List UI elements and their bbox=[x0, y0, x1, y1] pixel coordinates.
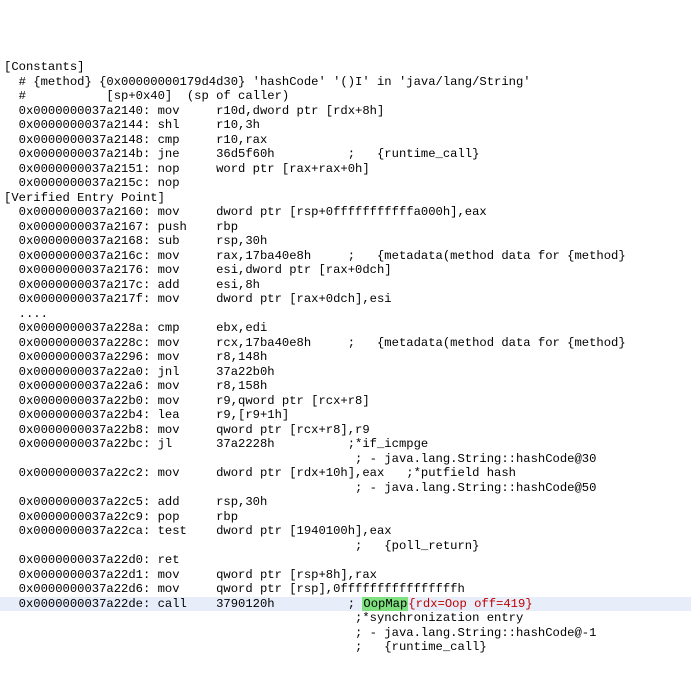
code-line[interactable]: 0x0000000037a22c5: add rsp,30h bbox=[0, 495, 691, 510]
line-text: 0x0000000037a2160: mov dword ptr [rsp+0f… bbox=[4, 205, 487, 219]
line-text: 0x0000000037a2151: nop word ptr [rax+rax… bbox=[4, 162, 370, 176]
code-line[interactable]: 0x0000000037a214b: jne 36d5f60h ; {runti… bbox=[0, 147, 691, 162]
code-line[interactable]: .... bbox=[0, 307, 691, 322]
code-line[interactable]: 0x0000000037a2168: sub rsp,30h bbox=[0, 234, 691, 249]
line-text: 0x0000000037a2168: sub rsp,30h bbox=[4, 234, 267, 248]
code-line[interactable]: 0x0000000037a22c2: mov dword ptr [rdx+10… bbox=[0, 466, 691, 481]
line-text: 0x0000000037a22b0: mov r9,qword ptr [rcx… bbox=[4, 394, 370, 408]
line-text: [Constants] bbox=[4, 60, 84, 74]
line-text: 0x0000000037a22c5: add rsp,30h bbox=[4, 495, 267, 509]
code-line[interactable]: ; {runtime_call} bbox=[0, 640, 691, 655]
code-line[interactable]: 0x0000000037a2296: mov r8,148h bbox=[0, 350, 691, 365]
code-line-selected[interactable]: 0x0000000037a22de: call 3790120h ; OopMa… bbox=[0, 597, 691, 612]
line-text: ;*synchronization entry bbox=[4, 611, 523, 625]
code-line[interactable]: 0x0000000037a215c: nop bbox=[0, 176, 691, 191]
line-text: 0x0000000037a2148: cmp r10,rax bbox=[4, 133, 267, 147]
line-text: 0x0000000037a2167: push rbp bbox=[4, 220, 238, 234]
code-line[interactable]: # [sp+0x40] (sp of caller) bbox=[0, 89, 691, 104]
code-line[interactable]: 0x0000000037a22bc: jl 37a2228h ;*if_icmp… bbox=[0, 437, 691, 452]
code-line[interactable]: 0x0000000037a22d1: mov qword ptr [rsp+8h… bbox=[0, 568, 691, 583]
line-text: 0x0000000037a22d6: mov qword ptr [rsp],0… bbox=[4, 582, 465, 596]
code-line[interactable]: 0x0000000037a2167: push rbp bbox=[0, 220, 691, 235]
line-text: 0x0000000037a22de: call 3790120h ; bbox=[4, 597, 362, 611]
code-line[interactable]: ; - java.lang.String::hashCode@30 bbox=[0, 452, 691, 467]
code-line[interactable]: # {method} {0x00000000179d4d30} 'hashCod… bbox=[0, 75, 691, 90]
line-text: 0x0000000037a2296: mov r8,148h bbox=[4, 350, 267, 364]
line-text: [Verified Entry Point] bbox=[4, 191, 165, 205]
line-text: 0x0000000037a217c: add esi,8h bbox=[4, 278, 260, 292]
line-text: 0x0000000037a22c2: mov dword ptr [rdx+10… bbox=[4, 466, 516, 480]
line-text: 0x0000000037a22a0: jnl 37a22b0h bbox=[4, 365, 275, 379]
line-text: 0x0000000037a22b8: mov qword ptr [rcx+r8… bbox=[4, 423, 370, 437]
code-line[interactable]: ; - java.lang.String::hashCode@-1 bbox=[0, 626, 691, 641]
line-text: 0x0000000037a215c: nop bbox=[4, 176, 180, 190]
code-line[interactable]: 0x0000000037a2144: shl r10,3h bbox=[0, 118, 691, 133]
line-text: 0x0000000037a22b4: lea r9,[r9+1h] bbox=[4, 408, 289, 422]
line-text: .... bbox=[4, 307, 48, 321]
code-line[interactable]: ; {poll_return} bbox=[0, 539, 691, 554]
code-line[interactable]: ;*synchronization entry bbox=[0, 611, 691, 626]
code-line[interactable]: 0x0000000037a22c9: pop rbp bbox=[0, 510, 691, 525]
line-text: 0x0000000037a217f: mov dword ptr [rax+0d… bbox=[4, 292, 392, 306]
line-text: 0x0000000037a216c: mov rax,17ba40e8h ; {… bbox=[4, 249, 626, 263]
code-line[interactable]: 0x0000000037a217c: add esi,8h bbox=[0, 278, 691, 293]
code-line[interactable]: 0x0000000037a22d6: mov qword ptr [rsp],0… bbox=[0, 582, 691, 597]
code-line[interactable]: 0x0000000037a2140: mov r10d,dword ptr [r… bbox=[0, 104, 691, 119]
line-text: 0x0000000037a22d0: ret bbox=[4, 553, 180, 567]
line-text: ; - java.lang.String::hashCode@50 bbox=[4, 481, 596, 495]
code-line[interactable]: 0x0000000037a2148: cmp r10,rax bbox=[0, 133, 691, 148]
code-line[interactable]: 0x0000000037a228a: cmp ebx,edi bbox=[0, 321, 691, 336]
oopmap-label: OopMap bbox=[362, 597, 408, 611]
line-text: ; {poll_return} bbox=[4, 539, 479, 553]
code-line[interactable]: 0x0000000037a22b8: mov qword ptr [rcx+r8… bbox=[0, 423, 691, 438]
line-text: ; - java.lang.String::hashCode@-1 bbox=[4, 626, 596, 640]
line-text: 0x0000000037a22ca: test dword ptr [19401… bbox=[4, 524, 392, 538]
code-line[interactable]: [Constants] bbox=[0, 60, 691, 75]
line-text: 0x0000000037a22a6: mov r8,158h bbox=[4, 379, 267, 393]
code-line[interactable]: 0x0000000037a217f: mov dword ptr [rax+0d… bbox=[0, 292, 691, 307]
code-line[interactable]: 0x0000000037a2160: mov dword ptr [rsp+0f… bbox=[0, 205, 691, 220]
code-line[interactable]: 0x0000000037a2176: mov esi,dword ptr [ra… bbox=[0, 263, 691, 278]
code-line[interactable]: 0x0000000037a22d0: ret bbox=[0, 553, 691, 568]
line-text: 0x0000000037a2144: shl r10,3h bbox=[4, 118, 260, 132]
line-text: 0x0000000037a22bc: jl 37a2228h ;*if_icmp… bbox=[4, 437, 428, 451]
line-text: 0x0000000037a2176: mov esi,dword ptr [ra… bbox=[4, 263, 392, 277]
line-text: 0x0000000037a22d1: mov qword ptr [rsp+8h… bbox=[4, 568, 377, 582]
code-line[interactable]: 0x0000000037a216c: mov rax,17ba40e8h ; {… bbox=[0, 249, 691, 264]
code-line[interactable]: 0x0000000037a22ca: test dword ptr [19401… bbox=[0, 524, 691, 539]
line-text: 0x0000000037a228a: cmp ebx,edi bbox=[4, 321, 267, 335]
code-line[interactable]: 0x0000000037a22b4: lea r9,[r9+1h] bbox=[0, 408, 691, 423]
disassembly-listing: [Constants] # {method} {0x00000000179d4d… bbox=[0, 60, 691, 655]
line-text: 0x0000000037a2140: mov r10d,dword ptr [r… bbox=[4, 104, 384, 118]
code-line[interactable]: 0x0000000037a228c: mov rcx,17ba40e8h ; {… bbox=[0, 336, 691, 351]
line-text: # {method} {0x00000000179d4d30} 'hashCod… bbox=[4, 75, 531, 89]
line-text: 0x0000000037a214b: jne 36d5f60h ; {runti… bbox=[4, 147, 479, 161]
code-line[interactable]: 0x0000000037a22a0: jnl 37a22b0h bbox=[0, 365, 691, 380]
line-text: 0x0000000037a228c: mov rcx,17ba40e8h ; {… bbox=[4, 336, 626, 350]
code-line[interactable]: 0x0000000037a2151: nop word ptr [rax+rax… bbox=[0, 162, 691, 177]
code-line[interactable]: ; - java.lang.String::hashCode@50 bbox=[0, 481, 691, 496]
code-line[interactable]: [Verified Entry Point] bbox=[0, 191, 691, 206]
oopmap-detail: {rdx=Oop off=419} bbox=[408, 597, 532, 611]
line-text: 0x0000000037a22c9: pop rbp bbox=[4, 510, 238, 524]
code-line[interactable]: 0x0000000037a22a6: mov r8,158h bbox=[0, 379, 691, 394]
code-line[interactable]: 0x0000000037a22b0: mov r9,qword ptr [rcx… bbox=[0, 394, 691, 409]
line-text: ; {runtime_call} bbox=[4, 640, 487, 654]
line-text: ; - java.lang.String::hashCode@30 bbox=[4, 452, 596, 466]
line-text: # [sp+0x40] (sp of caller) bbox=[4, 89, 289, 103]
